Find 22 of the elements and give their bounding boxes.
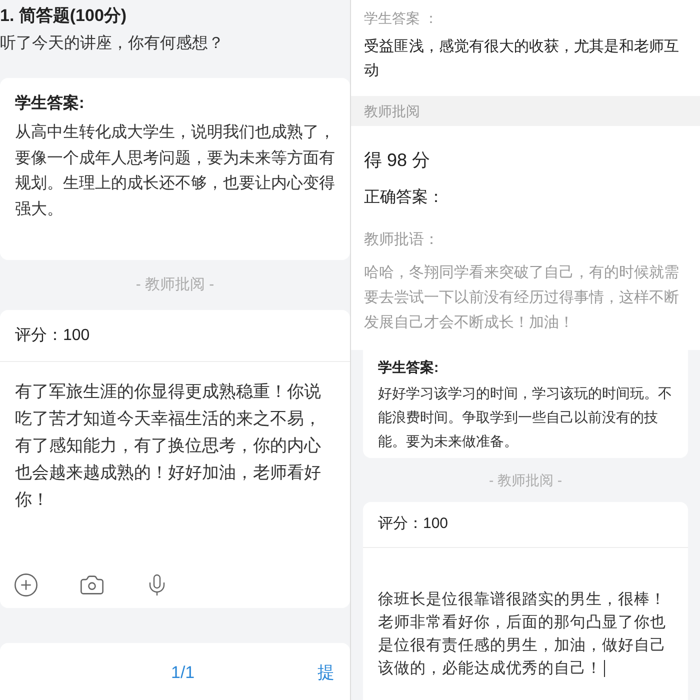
page-indicator[interactable]: 1/1 [171,660,195,686]
comment-text: 哈哈，冬翔同学看来突破了自己，有的时候就需要去尝试一下以前没有经历过得事情，这样不断发展自己才会不断成长！加油！ [363,263,680,333]
question-text: 听了今天的讲座，你有何感想？ [0,34,225,54]
score-text: 评分：100 [15,326,90,346]
answer-text: 受益匪浅，感觉有很大的收获，尤其是和老师互动 [363,37,680,81]
answer-label: 学生答案: [15,93,86,114]
correct-answer-label: 正确答案： [363,187,445,208]
question-title: 1. 简答题(100分) [0,5,128,27]
comment-field[interactable]: 徐班长是位很靠谱很踏实的男生，很棒！老师非常看好你，后面的那句凸显了你也是位很有责任感的男生，加油，做好自己该做的，必能达成优秀的自己！ [363,548,688,680]
answer-text: 好好学习该学习的时间，学习该玩的时间玩。不能浪费时间。争取学到一些自己以前没有的技能。要为未来做准备。 [378,384,673,451]
answer-text: 从高中生转化成大学生，说明我们也成熟了，要像一个成年人思考问题，要为未来等方面有规划。生理上的成长还不够，也要让内心变得强大。 [15,122,335,220]
comment-label: 教师批语： [363,230,440,250]
comment-text: 有了军旅生涯的你显得更成熟稳重！你说吃了苦才知道今天幸福生活的来之不易，有了感知能力，有了换位思考，你的内心也会越来越成熟的！好好加油，老师看好你！ [14,381,322,511]
review-label: - 教师批阅 - [488,470,562,490]
answer-label: 学生答案 ： [363,9,439,28]
score-text: 评分：100 [378,514,448,534]
score-text: 得 98 分 [363,149,432,172]
review-band: 教师批阅 [351,96,700,126]
add-icon[interactable] [13,572,39,598]
review-label: - 教师批阅 - [136,274,214,295]
answer-label: 学生答案: [378,358,440,377]
submit-button[interactable]: 提 [318,660,335,686]
